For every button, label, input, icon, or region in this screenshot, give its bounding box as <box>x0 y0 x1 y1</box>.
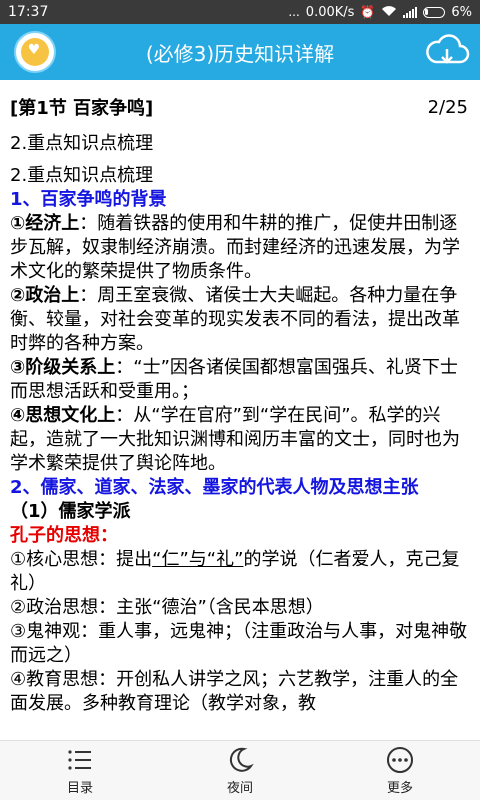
nav-item-night[interactable]: 夜间 <box>160 741 320 800</box>
paragraph-politics: ②政治上：周王室衰微、诸侯士大夫崛起。各种力量在争衡、较量，对社会变革的现实发表… <box>10 284 470 356</box>
underlined-term: “仁”与“礼” <box>152 549 244 570</box>
heading-schools: 2、儒家、道家、法家、墨家的代表人物及思想主张 <box>10 477 419 498</box>
alarm-icon: ⏰ <box>360 5 376 19</box>
article-body: 2.重点知识点梳理 1、百家争鸣的背景 ①经济上：随着铁器的使用和牛耕的推广，促… <box>10 164 470 716</box>
paragraph-economy: ①经济上：随着铁器的使用和牛耕的推广，促使井田制逐步瓦解，奴隶制经济崩溃。而封建… <box>10 212 470 284</box>
cloud-download-icon[interactable] <box>424 32 470 72</box>
app-bar: ♥ (必修3)历史知识详解 <box>0 24 480 80</box>
sub-heading: 2.重点知识点梳理 <box>10 133 154 154</box>
nav-label: 更多 <box>386 781 413 796</box>
bottom-nav: 目录 夜间 更多 <box>0 740 480 800</box>
heading-background: 1、百家争鸣的背景 <box>10 189 167 210</box>
page-indicator: 2/25 <box>427 96 468 118</box>
nav-label: 夜间 <box>226 781 253 796</box>
status-time: 17:37 <box>8 4 49 20</box>
article-line: 2.重点知识点梳理 <box>10 165 154 186</box>
signal-icon <box>403 6 418 18</box>
battery-icon <box>423 6 446 18</box>
nav-item-more[interactable]: 更多 <box>320 741 480 800</box>
paragraph-class: ③阶级关系上：“士”因各诸侯国都想富国强兵、礼贤下士而思想活跃和受重用。； <box>10 356 470 404</box>
nav-label: 目录 <box>66 781 93 796</box>
battery-percent: 6% <box>451 4 472 20</box>
app-logo-icon[interactable]: ♥ <box>14 31 56 73</box>
menu-list-icon <box>68 750 91 770</box>
status-bar: 17:37 ... 0.00K/s ⏰ 6% <box>0 0 480 24</box>
paragraph-label: ③阶级关系上 <box>10 357 116 378</box>
paragraph-label: ④思想文化上 <box>10 405 116 426</box>
point-education: ④教育思想：开创私人讲学之风；六艺教学，注重人的全面发展。多种教育理论（教学对象… <box>10 669 459 714</box>
point-politics: ②政治思想：主张“德治”（含民本思想） <box>10 597 324 618</box>
nav-item-catalog[interactable]: 目录 <box>0 741 160 800</box>
app-title: (必修3)历史知识详解 <box>145 41 335 66</box>
paragraph-label: ②政治上 <box>10 285 80 306</box>
reading-content[interactable]: [第1节 百家争鸣] 2/25 2.重点知识点梳理 2.重点知识点梳理 1、百家… <box>0 80 480 740</box>
section-title: [第1节 百家争鸣] <box>10 98 154 119</box>
heart-icon: ♥ <box>27 42 41 58</box>
paragraph-label: ①经济上 <box>10 213 80 234</box>
section-header: [第1节 百家争鸣] 2/25 <box>10 94 470 120</box>
more-dots-icon <box>387 747 413 773</box>
status-dots: ... <box>288 5 300 19</box>
paragraph-culture: ④思想文化上：从“学在官府”到“学在民间”。私学的兴起，造就了一大批知识渊博和阅… <box>10 404 470 476</box>
point-core: ①核心思想：提出“仁”与“礼”的学说（仁者爱人，克己复礼） <box>10 548 470 596</box>
wifi-icon <box>381 5 397 19</box>
point-text: ①核心思想：提出 <box>10 549 153 570</box>
status-indicators: ... 0.00K/s ⏰ 6% <box>288 5 472 20</box>
heading-confucian: （1）儒家学派 <box>10 501 131 522</box>
point-spirits: ③鬼神观：重人事，远鬼神；（注重政治与人事，对鬼神敬而远之） <box>10 621 468 666</box>
network-speed: 0.00K/s <box>305 4 355 20</box>
heading-confucius: 孔子的思想： <box>10 525 118 546</box>
moon-icon <box>229 747 254 772</box>
